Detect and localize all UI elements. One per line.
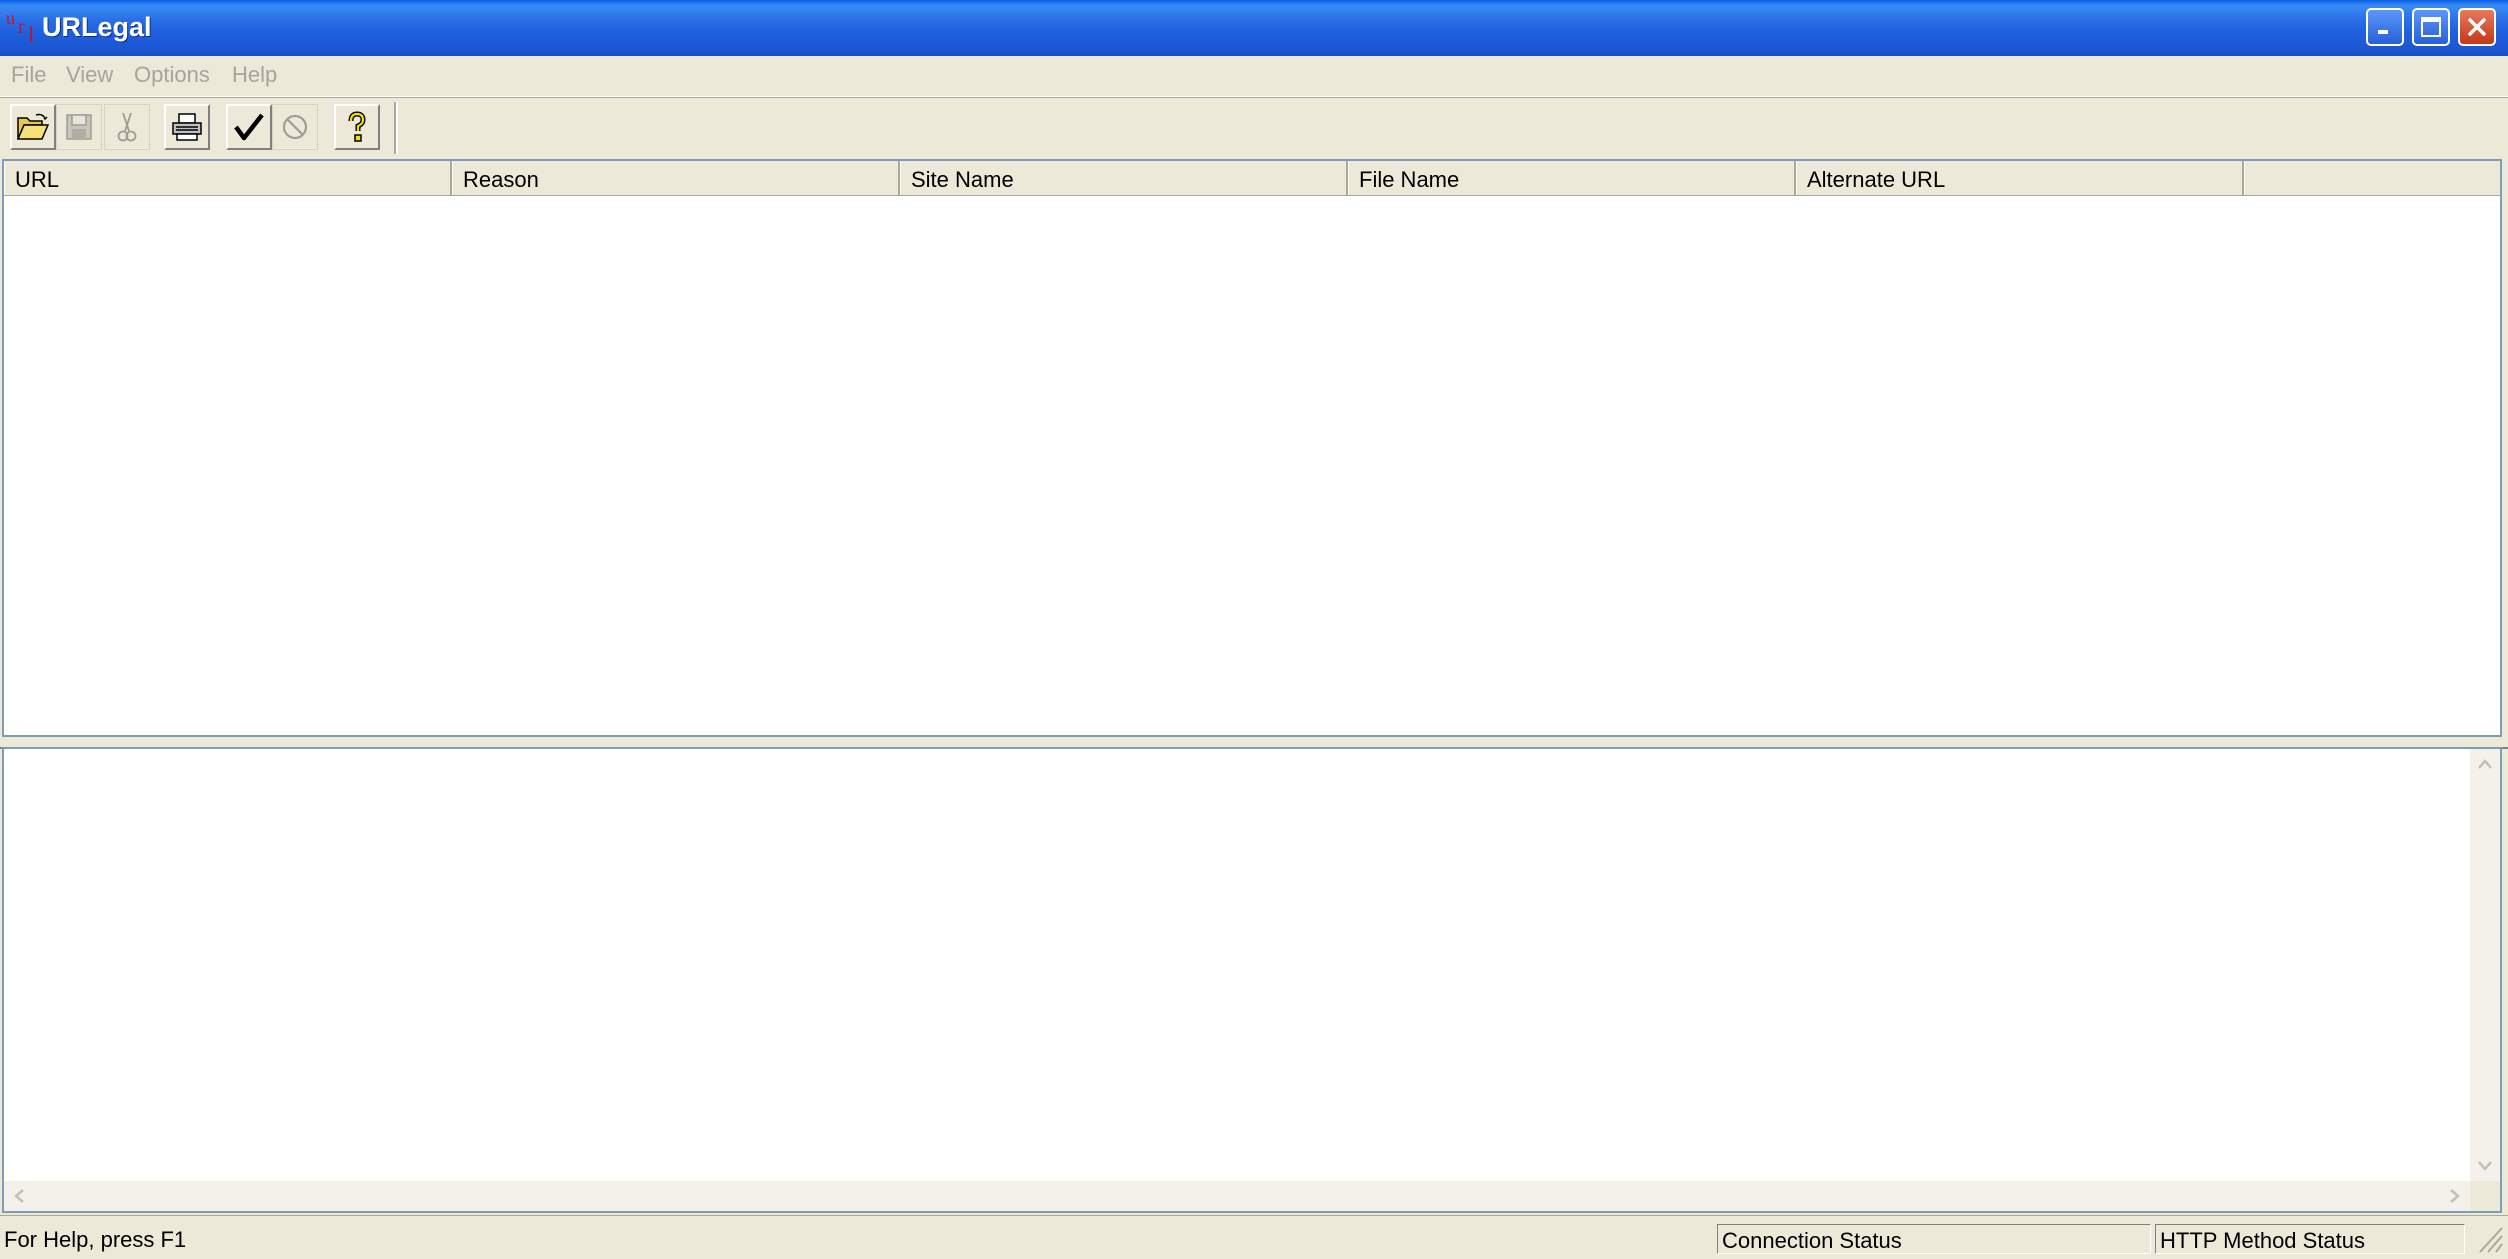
print-icon — [172, 113, 202, 141]
toolbar-separator — [394, 102, 398, 154]
vertical-scrollbar[interactable] — [2470, 749, 2500, 1181]
window-title: URLegal — [42, 12, 152, 42]
resize-grip[interactable] — [2474, 1220, 2504, 1254]
close-icon — [2468, 18, 2486, 36]
minimize-button[interactable] — [2366, 8, 2404, 46]
cut-icon — [117, 112, 137, 142]
open-button[interactable] — [10, 104, 56, 150]
toolbar — [0, 97, 2508, 160]
column-header-url[interactable]: URL — [4, 161, 452, 195]
scroll-up-button[interactable] — [2470, 749, 2500, 779]
horizontal-scrollbar[interactable] — [4, 1181, 2470, 1211]
title-bar[interactable]: u r l URLegal — [0, 0, 2508, 56]
column-header-alternate-url[interactable]: Alternate URL — [1796, 161, 2244, 195]
log-pane[interactable] — [2, 747, 2502, 1213]
help-button[interactable] — [334, 104, 380, 150]
menu-view[interactable]: View — [66, 62, 113, 88]
folder-open-icon — [16, 113, 50, 140]
app-icon: u r l — [6, 8, 35, 47]
scroll-left-button[interactable] — [4, 1181, 34, 1211]
status-http-method: HTTP Method Status — [2155, 1224, 2465, 1254]
stop-icon — [282, 114, 308, 140]
chevron-down-icon — [2478, 1161, 2492, 1171]
help-icon — [348, 111, 366, 142]
chevron-left-icon — [14, 1189, 24, 1203]
scroll-right-button[interactable] — [2440, 1181, 2470, 1211]
list-header: URL Reason Site Name File Name Alternate… — [4, 161, 2500, 196]
url-list[interactable]: URL Reason Site Name File Name Alternate… — [2, 159, 2502, 737]
menu-bar: File View Options Help — [0, 56, 2508, 97]
menu-file[interactable]: File — [11, 62, 46, 88]
minimize-icon — [2378, 30, 2388, 34]
scrollbar-corner — [2470, 1181, 2500, 1211]
maximize-icon — [2421, 17, 2441, 37]
menu-help[interactable]: Help — [232, 62, 277, 88]
close-button[interactable] — [2458, 8, 2496, 46]
maximize-button[interactable] — [2412, 8, 2450, 46]
status-help-text: For Help, press F1 — [4, 1227, 187, 1252]
chevron-up-icon — [2478, 759, 2492, 769]
scroll-down-button[interactable] — [2470, 1151, 2500, 1181]
save-icon — [66, 114, 92, 140]
resize-grip-icon — [2479, 1227, 2503, 1253]
column-header-site-name[interactable]: Site Name — [900, 161, 1348, 195]
status-connection: Connection Status — [1717, 1224, 2151, 1254]
print-button[interactable] — [164, 104, 210, 150]
column-header-reason[interactable]: Reason — [452, 161, 900, 195]
status-bar: For Help, press F1 Connection Status HTT… — [0, 1215, 2508, 1257]
chevron-right-icon — [2450, 1189, 2460, 1203]
column-header-file-name[interactable]: File Name — [1348, 161, 1796, 195]
save-button[interactable] — [56, 104, 102, 150]
menu-options[interactable]: Options — [134, 62, 210, 88]
stop-button[interactable] — [272, 104, 318, 150]
check-icon — [234, 113, 264, 141]
check-button[interactable] — [226, 104, 272, 150]
column-header-filler — [2244, 161, 2500, 195]
cut-button[interactable] — [104, 104, 150, 150]
